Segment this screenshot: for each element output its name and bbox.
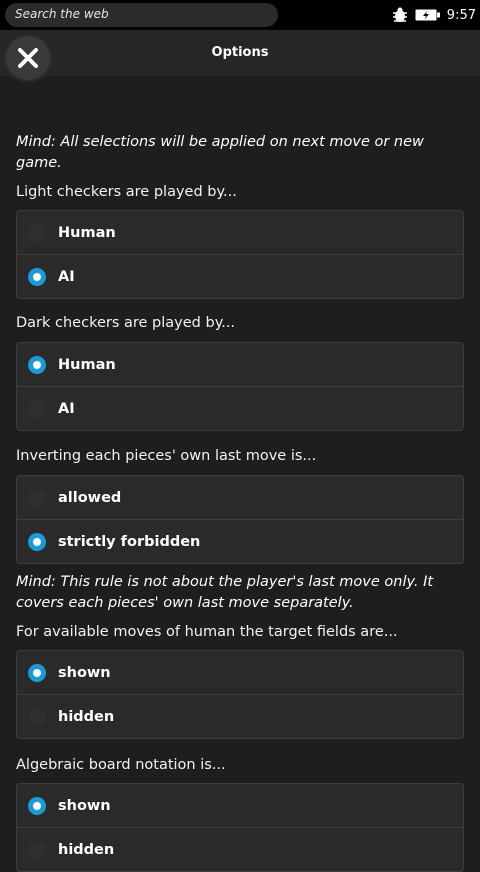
dark-checkers-label: Dark checkers are played by...	[16, 315, 236, 331]
apply-notice: Mind: All selections will be applied on …	[16, 134, 424, 171]
radio-selected[interactable]	[28, 532, 46, 551]
option-label: Human	[58, 356, 116, 373]
option-label: shown	[58, 797, 111, 814]
option-label: AI	[58, 400, 75, 417]
option-label: shown	[58, 664, 111, 681]
option-label: hidden	[58, 708, 115, 725]
inverting-move-label: Inverting each pieces' own last move is.…	[16, 448, 317, 464]
inverting-allowed-option[interactable]: allowed	[17, 476, 463, 520]
bug-icon	[391, 7, 409, 23]
radio-unselected[interactable]	[28, 707, 46, 726]
status-icons: 9:57	[391, 0, 476, 30]
search-placeholder: Search the web	[15, 7, 109, 21]
page-title: Options	[211, 45, 269, 60]
radio-unselected[interactable]	[28, 840, 46, 859]
radio-selected[interactable]	[28, 267, 46, 286]
battery-charging-icon	[415, 8, 441, 22]
option-label: allowed	[58, 489, 122, 506]
rule-notice: Mind: This rule is not about the player'…	[16, 574, 434, 611]
dark-ai-option[interactable]: AI	[17, 387, 463, 430]
light-ai-option[interactable]: AI	[17, 255, 463, 298]
notation-shown-option[interactable]: shown	[17, 784, 463, 828]
radio-unselected[interactable]	[28, 223, 46, 242]
target-fields-label: For available moves of human the target …	[16, 624, 398, 640]
notation-group: shown hidden	[16, 783, 464, 872]
options-content: Mind: All selections will be applied on …	[16, 132, 464, 872]
notation-label: Algebraic board notation is...	[16, 757, 226, 773]
target-hidden-option[interactable]: hidden	[17, 695, 463, 738]
option-label: Human	[58, 224, 116, 241]
inverting-forbidden-option[interactable]: strictly forbidden	[17, 520, 463, 563]
radio-unselected[interactable]	[28, 488, 46, 507]
dark-human-option[interactable]: Human	[17, 343, 463, 387]
target-fields-group: shown hidden	[16, 650, 464, 739]
light-checkers-label: Light checkers are played by...	[16, 184, 237, 200]
target-shown-option[interactable]: shown	[17, 651, 463, 695]
clock: 9:57	[446, 7, 476, 23]
dark-checkers-group: Human AI	[16, 342, 464, 431]
option-label: hidden	[58, 841, 115, 858]
radio-selected[interactable]	[28, 663, 46, 682]
notation-hidden-option[interactable]: hidden	[17, 828, 463, 871]
radio-selected[interactable]	[28, 355, 46, 374]
option-label: strictly forbidden	[58, 533, 201, 550]
status-bar: Search the web 9:57	[0, 0, 480, 30]
light-checkers-group: Human AI	[16, 210, 464, 299]
search-bar[interactable]: Search the web	[5, 3, 278, 27]
radio-unselected[interactable]	[28, 399, 46, 418]
option-label: AI	[58, 268, 75, 285]
light-human-option[interactable]: Human	[17, 211, 463, 255]
radio-selected[interactable]	[28, 796, 46, 815]
inverting-move-group: allowed strictly forbidden	[16, 475, 464, 564]
